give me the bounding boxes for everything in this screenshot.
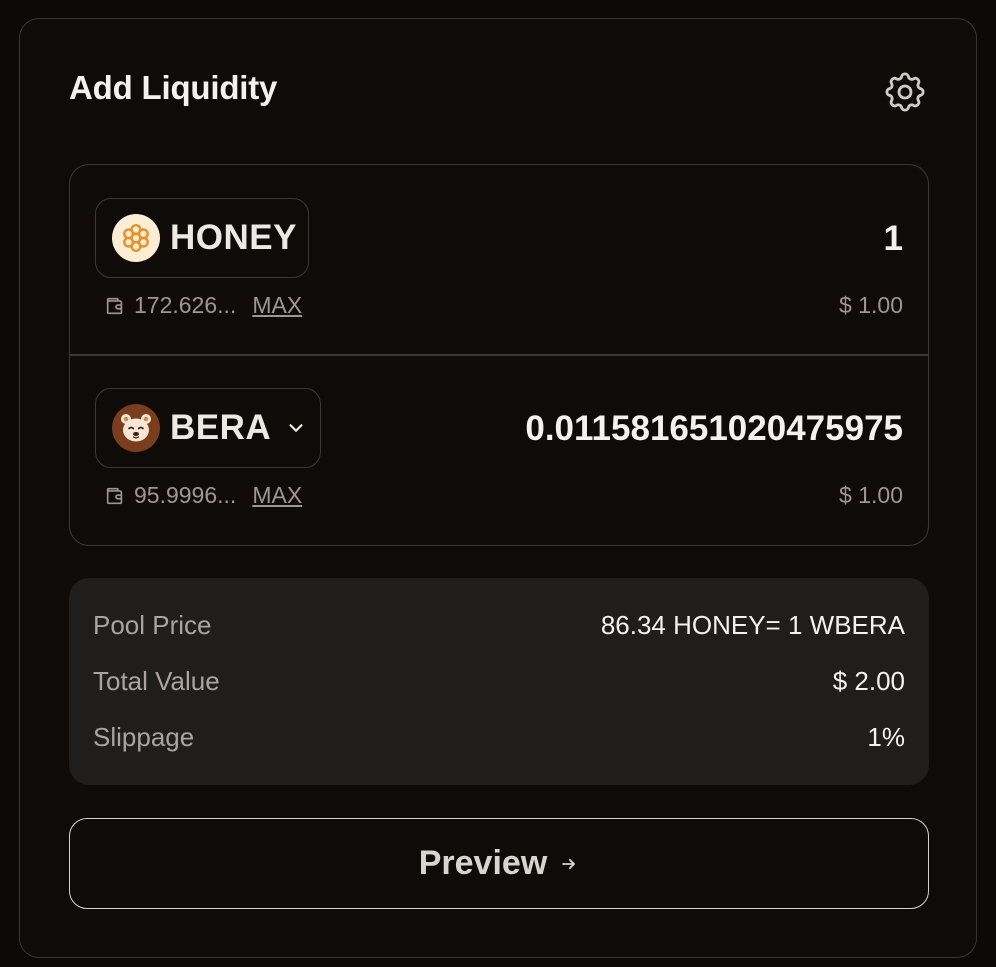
token-usd-value: $ 1.00 xyxy=(839,482,903,508)
add-liquidity-card: Add Liquidity HONEY 1 172.626... MAX $ 1… xyxy=(19,18,977,958)
pool-price-value: 86.34 HONEY= 1 WBERA xyxy=(600,609,905,640)
token-symbol: BERA xyxy=(170,408,272,447)
token-balance: 172.626... MAX xyxy=(104,292,302,319)
total-value-row: Total Value $ 2.00 xyxy=(93,661,905,701)
token-amount-input[interactable]: 0.011581651020475975 xyxy=(525,409,903,449)
honeycomb-icon xyxy=(112,214,160,262)
token-input-box: HONEY 1 172.626... MAX $ 1.00 BERA 0.011… xyxy=(69,164,929,546)
max-button[interactable]: MAX xyxy=(252,292,302,319)
divider xyxy=(70,354,928,356)
balance-value: 95.9996... xyxy=(134,482,237,508)
balance-value: 172.626... xyxy=(134,292,237,318)
total-value-label: Total Value xyxy=(93,665,220,696)
pool-info-panel: Pool Price 86.34 HONEY= 1 WBERA Total Va… xyxy=(69,578,929,785)
slippage-row: Slippage 1% xyxy=(93,717,905,757)
token-select-bera[interactable]: BERA xyxy=(95,388,321,468)
preview-button[interactable]: Preview xyxy=(69,818,929,909)
token-amount-input[interactable]: 1 xyxy=(884,219,903,259)
token-select-honey[interactable]: HONEY xyxy=(95,198,309,278)
chevron-down-icon xyxy=(289,424,303,432)
bear-icon xyxy=(112,404,160,452)
pool-price-label: Pool Price xyxy=(93,609,212,640)
preview-label: Preview xyxy=(418,844,548,882)
wallet-icon xyxy=(106,487,123,504)
wallet-icon xyxy=(106,297,123,314)
page-title: Add Liquidity xyxy=(69,69,278,106)
token-symbol: HONEY xyxy=(170,218,297,257)
token-balance: 95.9996... MAX xyxy=(104,482,302,509)
gear-icon[interactable] xyxy=(881,68,929,116)
max-button[interactable]: MAX xyxy=(252,482,302,509)
total-value-value: $ 2.00 xyxy=(832,665,905,696)
token-usd-value: $ 1.00 xyxy=(839,292,903,318)
pool-price-row: Pool Price 86.34 HONEY= 1 WBERA xyxy=(93,605,905,645)
slippage-label: Slippage xyxy=(93,721,195,752)
slippage-value: 1% xyxy=(867,721,905,752)
arrow-right-icon xyxy=(562,858,576,869)
